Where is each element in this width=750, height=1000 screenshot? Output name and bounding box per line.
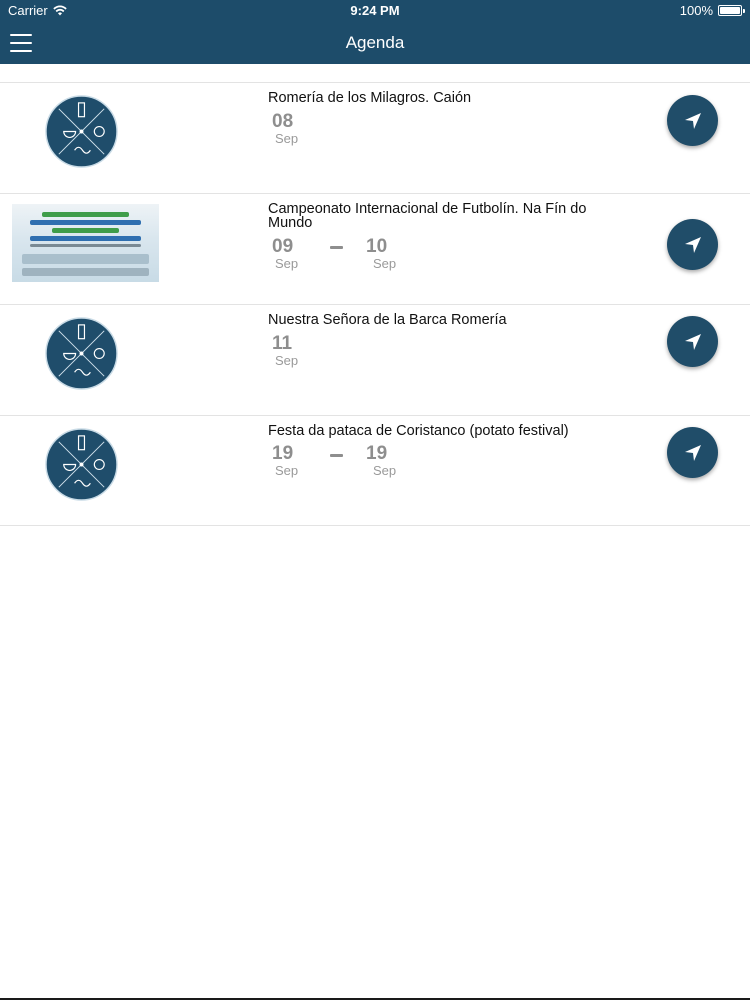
event-start-date: 11 Sep xyxy=(272,333,312,368)
event-end-day: 19 xyxy=(366,443,388,464)
lighthouse-shell-wave-logo-icon xyxy=(45,428,118,501)
event-start-day: 19 xyxy=(272,443,294,464)
status-right: 100% xyxy=(679,3,745,18)
battery-percent: 100% xyxy=(679,3,713,18)
navigate-button[interactable] xyxy=(667,316,718,367)
date-range-dash xyxy=(330,246,343,249)
navigation-arrow-icon xyxy=(684,333,701,350)
event-row[interactable]: Nuestra Señora de la Barca Romería 11 Se… xyxy=(0,304,750,415)
event-end-date: 19 Sep xyxy=(366,443,406,478)
navigation-arrow-icon xyxy=(684,236,701,253)
event-start-date: 09 Sep xyxy=(272,236,312,271)
event-row[interactable]: Romería de los Milagros. Caión 08 Sep xyxy=(0,82,750,193)
battery-icon xyxy=(718,5,745,16)
event-row[interactable]: Festa da pataca de Coristanco (potato fe… xyxy=(0,415,750,526)
event-end-month: Sep xyxy=(373,463,397,478)
event-list: Romería de los Milagros. Caión 08 Sep Ca… xyxy=(0,82,750,526)
event-row[interactable]: Campeonato Internacional de Futbolín. Na… xyxy=(0,193,750,304)
event-title: Campeonato Internacional de Futbolín. Na… xyxy=(268,201,587,231)
event-start-month: Sep xyxy=(275,353,299,368)
event-end-day: 10 xyxy=(366,236,388,257)
event-start-month: Sep xyxy=(275,463,299,478)
event-end-date: 10 Sep xyxy=(366,236,406,271)
date-range-dash xyxy=(330,454,343,457)
navigate-button[interactable] xyxy=(667,95,718,146)
event-start-month: Sep xyxy=(275,256,299,271)
event-title: Romería de los Milagros. Caión xyxy=(268,90,472,106)
event-start-month: Sep xyxy=(275,131,299,146)
lighthouse-shell-wave-logo-icon xyxy=(45,317,118,390)
navigate-button[interactable] xyxy=(667,219,718,270)
event-end-month: Sep xyxy=(373,256,397,271)
event-start-date: 08 Sep xyxy=(272,111,312,146)
event-title: Festa da pataca de Coristanco (potato fe… xyxy=(268,423,569,439)
status-bar: Carrier 9:24 PM 100% xyxy=(0,0,750,22)
status-time: 9:24 PM xyxy=(350,3,400,18)
page-title: Agenda xyxy=(345,33,405,52)
lighthouse-shell-wave-logo-icon xyxy=(45,95,118,168)
event-start-day: 08 xyxy=(272,111,294,132)
event-poster-image xyxy=(12,204,159,282)
navigation-arrow-icon xyxy=(684,112,701,129)
event-start-day: 11 xyxy=(272,333,293,354)
nav-bar: Agenda xyxy=(0,22,750,64)
navigation-arrow-icon xyxy=(684,444,701,461)
event-start-day: 09 xyxy=(272,236,294,257)
event-title: Nuestra Señora de la Barca Romería xyxy=(268,312,507,328)
navigate-button[interactable] xyxy=(667,427,718,478)
event-start-date: 19 Sep xyxy=(272,443,312,478)
